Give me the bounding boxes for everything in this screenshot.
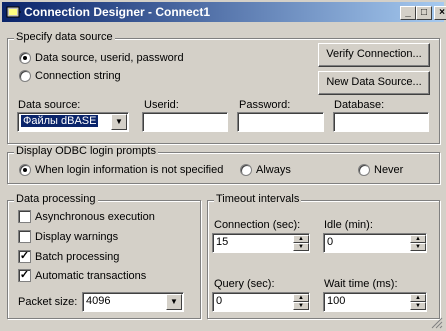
userid-label: Userid:: [144, 99, 179, 111]
data-processing-legend: Data processing: [14, 193, 98, 205]
connection-timeout-label: Connection (sec):: [214, 219, 301, 231]
database-field[interactable]: [333, 112, 429, 132]
radio-dsn-label: Data source, userid, password: [35, 52, 184, 64]
radio-connection-string-label: Connection string: [35, 70, 121, 82]
async-execution-checkbox[interactable]: [18, 210, 31, 223]
app-icon: [6, 6, 21, 18]
radio-prompt-always-label: Always: [256, 164, 291, 176]
query-timeout-spinner[interactable]: ▲ ▼: [293, 294, 309, 310]
radio-prompt-never[interactable]: [358, 164, 370, 176]
close-button[interactable]: ×: [434, 6, 446, 20]
password-label: Password:: [239, 99, 291, 111]
display-warnings-checkbox[interactable]: [18, 230, 31, 243]
new-data-source-button[interactable]: New Data Source...: [318, 71, 430, 95]
window-title: Connection Designer - Connect1: [24, 5, 211, 19]
database-label: Database:: [334, 99, 385, 111]
data-source-value: Файлы dBASE: [21, 115, 99, 127]
data-source-label: Data source:: [18, 99, 81, 111]
userid-field[interactable]: [142, 112, 228, 132]
packet-size-label: Packet size:: [18, 296, 78, 308]
batch-processing-label: Batch processing: [35, 251, 120, 263]
automatic-transactions-checkbox[interactable]: ✓: [18, 269, 31, 282]
password-field[interactable]: [237, 112, 324, 132]
chevron-down-icon[interactable]: ▼: [166, 294, 182, 310]
wait-time-spinner[interactable]: ▲ ▼: [410, 294, 426, 310]
verify-connection-button[interactable]: Verify Connection...: [318, 43, 430, 67]
specify-data-source-legend: Specify data source: [14, 31, 115, 43]
async-execution-label: Asynchronous execution: [35, 211, 155, 223]
odbc-prompt-legend: Display ODBC login prompts: [14, 145, 158, 157]
connection-designer-window: Connection Designer - Connect1 _ □ × Spe…: [0, 0, 446, 331]
title-bar[interactable]: Connection Designer - Connect1 _ □ ×: [2, 2, 446, 22]
radio-dsn-userid-password[interactable]: [19, 52, 31, 64]
idle-timeout-spinner[interactable]: ▲ ▼: [410, 235, 426, 251]
wait-time-label: Wait time (ms):: [324, 278, 398, 290]
timeout-intervals-legend: Timeout intervals: [214, 193, 302, 205]
radio-connection-string[interactable]: [19, 70, 31, 82]
radio-prompt-not-specified[interactable]: [19, 164, 31, 176]
idle-timeout-label: Idle (min):: [324, 219, 373, 231]
radio-prompt-never-label: Never: [374, 164, 404, 176]
display-warnings-label: Display warnings: [35, 231, 119, 243]
automatic-transactions-label: Automatic transactions: [35, 270, 147, 282]
chevron-down-icon[interactable]: ▼: [111, 114, 127, 130]
batch-processing-checkbox[interactable]: ✓: [18, 250, 31, 263]
resize-grip-icon[interactable]: [430, 316, 443, 329]
query-timeout-label: Query (sec):: [214, 278, 275, 290]
maximize-button[interactable]: □: [416, 6, 432, 20]
connection-timeout-spinner[interactable]: ▲ ▼: [293, 235, 309, 251]
radio-prompt-not-specified-label: When login information is not specified: [35, 164, 224, 176]
minimize-button[interactable]: _: [400, 6, 416, 20]
radio-prompt-always[interactable]: [240, 164, 252, 176]
